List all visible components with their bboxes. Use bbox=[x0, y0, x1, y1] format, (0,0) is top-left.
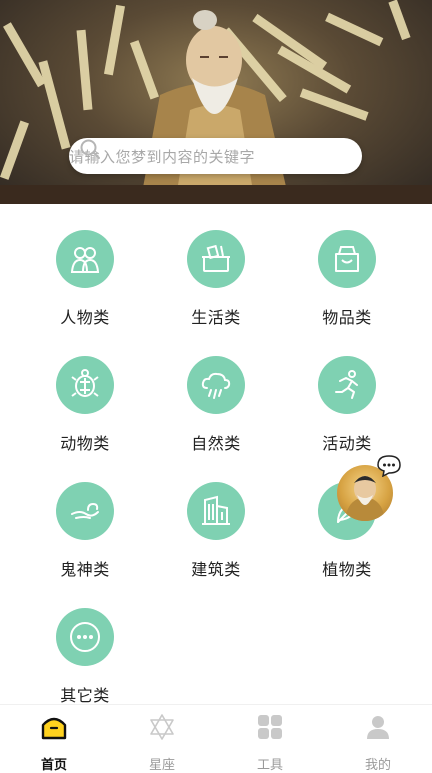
running-icon bbox=[335, 370, 358, 399]
category-label: 建筑类 bbox=[191, 560, 241, 579]
star-of-david-icon bbox=[150, 714, 174, 740]
category-label: 动物类 bbox=[60, 434, 110, 453]
tab-horoscope[interactable]: 星座 bbox=[108, 713, 216, 773]
category-label: 生活类 bbox=[191, 308, 241, 327]
category-people[interactable]: 人物类 bbox=[30, 230, 140, 328]
category-activities[interactable]: 活动类 bbox=[292, 356, 402, 454]
turtle-icon bbox=[71, 369, 99, 397]
bag-icon bbox=[335, 246, 359, 272]
basket-icon bbox=[202, 244, 230, 272]
hero-banner: 请输入您梦到内容的关键字 bbox=[0, 0, 432, 204]
category-other[interactable]: 其它类 bbox=[30, 608, 140, 706]
floating-assistant[interactable] bbox=[337, 455, 401, 521]
tab-label: 星座 bbox=[148, 758, 175, 773]
tab-home[interactable]: 首页 bbox=[0, 713, 108, 773]
tab-label: 我的 bbox=[364, 758, 391, 773]
category-label: 鬼神类 bbox=[60, 560, 110, 579]
category-items[interactable]: 物品类 bbox=[292, 230, 402, 328]
profile-icon bbox=[367, 716, 389, 739]
grid-icon bbox=[258, 715, 282, 739]
category-label: 活动类 bbox=[322, 434, 372, 453]
tab-label: 工具 bbox=[256, 758, 283, 773]
category-label: 人物类 bbox=[60, 308, 110, 327]
home-icon bbox=[41, 717, 67, 740]
category-life[interactable]: 生活类 bbox=[161, 230, 271, 328]
category-buildings[interactable]: 建筑类 bbox=[161, 482, 271, 580]
category-animals[interactable]: 动物类 bbox=[30, 356, 140, 454]
tab-profile[interactable]: 我的 bbox=[324, 713, 432, 773]
more-icon bbox=[70, 622, 100, 652]
search-bar[interactable]: 请输入您梦到内容的关键字 bbox=[69, 138, 362, 174]
category-label: 其它类 bbox=[60, 686, 110, 705]
category-nature[interactable]: 自然类 bbox=[161, 356, 271, 454]
search-icon bbox=[80, 139, 100, 159]
category-label: 物品类 bbox=[322, 308, 372, 327]
building-icon bbox=[202, 495, 230, 525]
cloud-rain-icon bbox=[201, 372, 231, 399]
bottom-nav: 首页 星座 工具 我的 bbox=[0, 704, 432, 773]
tab-label: 首页 bbox=[40, 758, 67, 773]
chat-bubble-icon bbox=[377, 455, 401, 477]
category-spirits[interactable]: 鬼神类 bbox=[30, 482, 140, 580]
category-label: 自然类 bbox=[191, 434, 241, 453]
tab-tools[interactable]: 工具 bbox=[216, 713, 324, 773]
people-icon bbox=[70, 247, 100, 273]
cloud-wisp-icon bbox=[71, 502, 99, 519]
category-label: 植物类 bbox=[322, 560, 372, 579]
